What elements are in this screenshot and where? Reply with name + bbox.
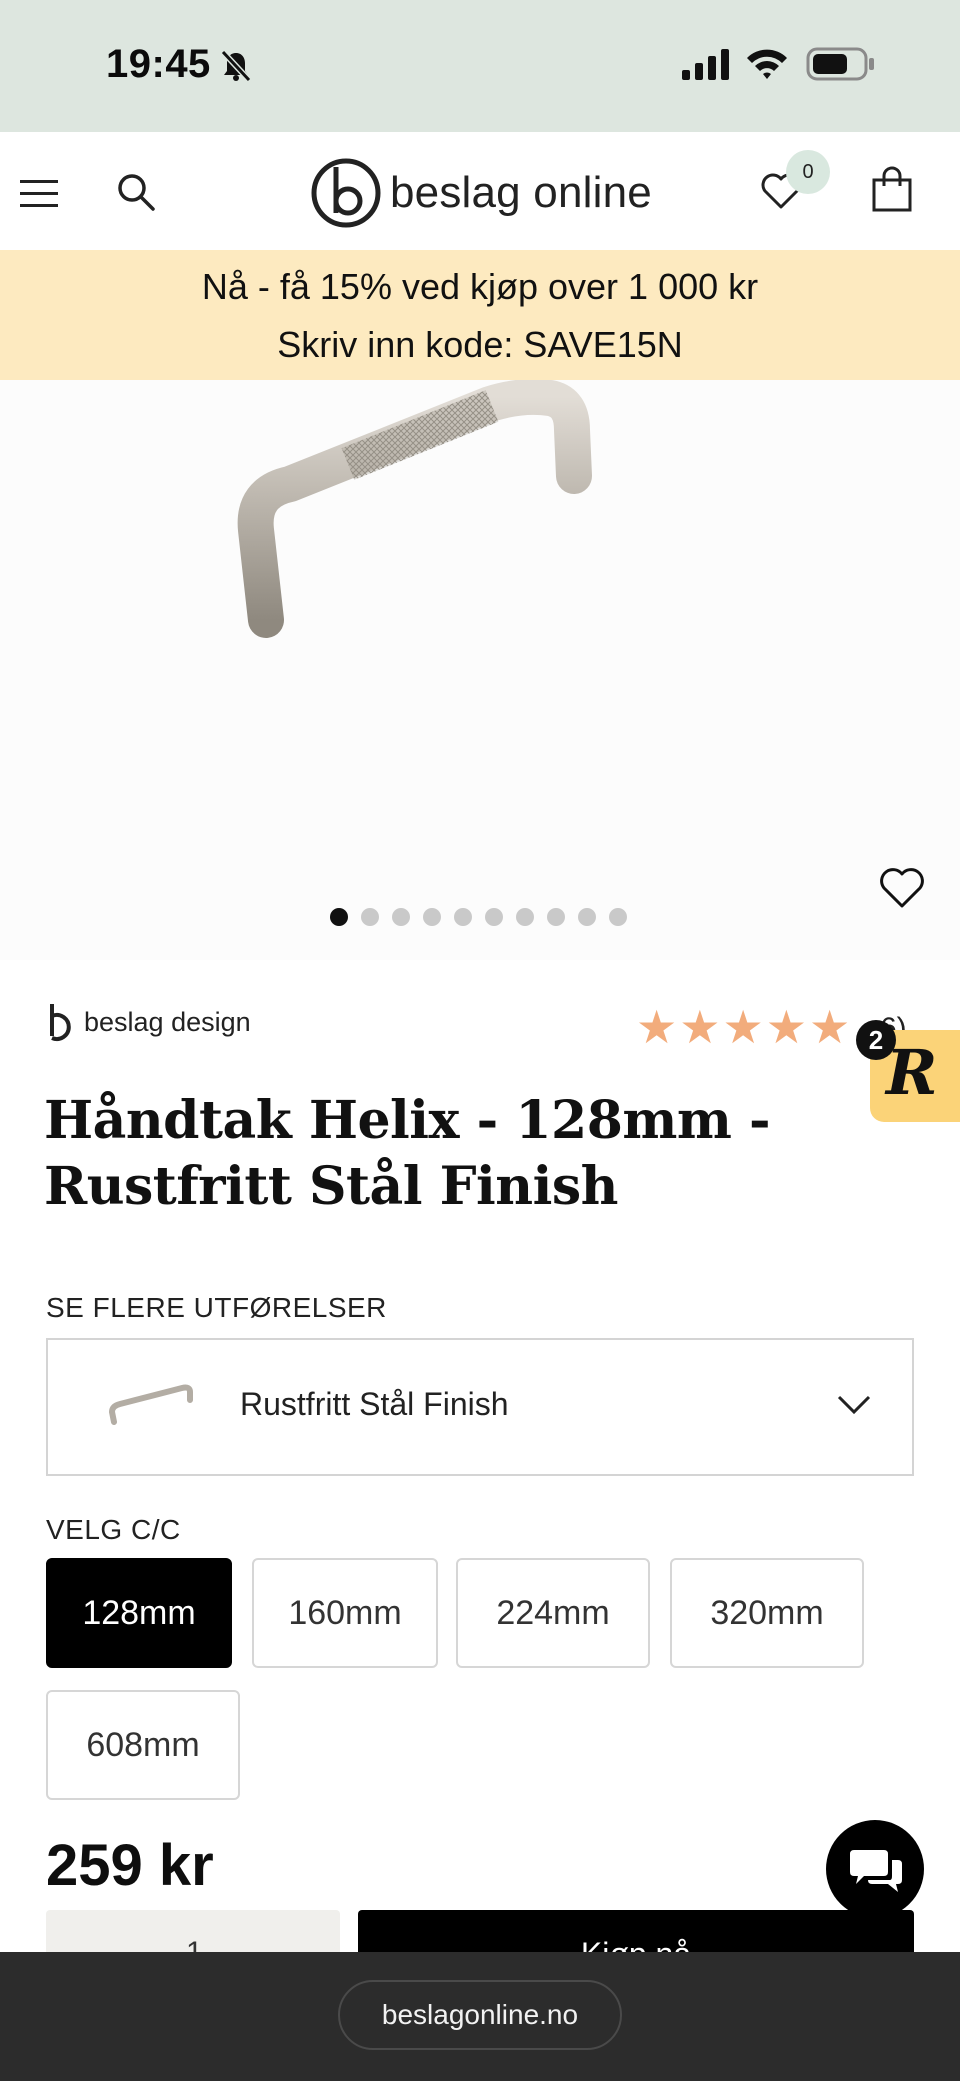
cc-label: VELG C/C: [46, 1514, 181, 1545]
cc-option-224mm[interactable]: 224mm: [456, 1558, 650, 1668]
cellular-signal-icon: [682, 49, 729, 80]
gallery-dot[interactable]: [609, 908, 627, 926]
gallery-dot[interactable]: [454, 908, 472, 926]
cc-option-128mm[interactable]: 128mm: [46, 1558, 232, 1668]
product-gallery[interactable]: [0, 380, 960, 960]
wifi-icon: [747, 49, 787, 79]
variant-selected-name: Rustfritt Stål Finish: [240, 1386, 509, 1422]
browser-bottom-bar: beslagonline.no: [0, 1952, 960, 2081]
gallery-dot[interactable]: [423, 908, 441, 926]
battery-icon: [806, 47, 874, 81]
variant-dropdown[interactable]: Rustfritt Stål Finish: [46, 1338, 914, 1476]
status-bar: 19:45: [0, 0, 960, 132]
gallery-dot-active[interactable]: [330, 908, 348, 926]
variant-thumbnail: [108, 1384, 193, 1425]
brand-logo[interactable]: beslag design: [46, 1000, 251, 1044]
gallery-dot[interactable]: [547, 908, 565, 926]
chat-button[interactable]: [826, 1820, 924, 1918]
search-icon[interactable]: [116, 172, 156, 212]
promo-offer-text: Nå - få 15% ved kjøp over 1 000 kr: [201, 266, 759, 307]
logo-text: beslag online: [390, 168, 652, 217]
star-icon: ★: [722, 1001, 764, 1053]
chat-bubbles-icon: [850, 1850, 902, 1892]
gallery-dot[interactable]: [578, 908, 596, 926]
site-header: beslag online 0: [0, 132, 960, 250]
promo-code-text: Skriv inn kode: SAVE15N: [277, 324, 683, 365]
cc-option-608mm[interactable]: 608mm: [46, 1690, 240, 1800]
cc-option-320mm[interactable]: 320mm: [670, 1558, 864, 1668]
gallery-dot[interactable]: [485, 908, 503, 926]
reviews-notification-badge: 2: [856, 1020, 896, 1060]
beslag-logo-icon: [311, 158, 381, 228]
browser-url-bar[interactable]: beslagonline.no: [338, 1980, 622, 2050]
beslag-design-logo-icon: [50, 1004, 71, 1041]
promo-banner[interactable]: Nå - få 15% ved kjøp over 1 000 kr Skriv…: [0, 250, 960, 380]
star-icon: ★: [679, 1001, 721, 1053]
gallery-pagination[interactable]: [330, 908, 627, 926]
star-icon: ★: [636, 1001, 678, 1053]
variant-label: SE FLERE UTFØRELSER: [46, 1292, 387, 1323]
site-logo[interactable]: beslag online: [310, 156, 652, 230]
favorite-heart-icon[interactable]: [878, 866, 926, 910]
gallery-dot[interactable]: [516, 908, 534, 926]
menu-icon[interactable]: [20, 178, 60, 210]
product-image: [237, 380, 592, 638]
chevron-down-icon: [837, 1395, 871, 1415]
product-title: Håndtak Helix - 128mm - Rustfritt Stål F…: [44, 1090, 771, 1217]
gallery-dot[interactable]: [392, 908, 410, 926]
cc-option-160mm[interactable]: 160mm: [252, 1558, 438, 1668]
star-icon: ★: [809, 1001, 851, 1053]
rating-stars[interactable]: ★ ★ ★ ★ ★: [636, 1002, 850, 1052]
brand-name: beslag design: [84, 1006, 251, 1037]
star-icon: ★: [765, 1001, 807, 1053]
product-price: 259 kr: [46, 1833, 214, 1898]
gallery-dot[interactable]: [361, 908, 379, 926]
wishlist-count-badge: 0: [786, 150, 830, 194]
bell-muted-icon: [220, 49, 252, 83]
status-time: 19:45: [106, 42, 211, 86]
shopping-bag-icon[interactable]: [870, 166, 914, 212]
